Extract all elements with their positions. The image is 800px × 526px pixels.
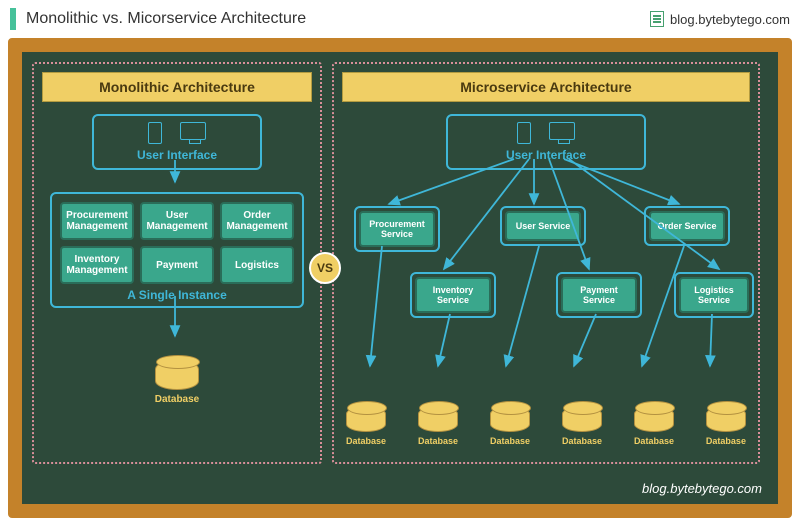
db-label: Database: [418, 436, 458, 446]
db-label: Database: [706, 436, 746, 446]
database-icon: [634, 406, 674, 432]
mono-db-label: Database: [155, 394, 199, 405]
source-link: blog.bytebytego.com: [650, 11, 790, 27]
db-label: Database: [634, 436, 674, 446]
chalkboard: Monolithic Architecture User Interface P…: [22, 52, 778, 504]
database-icon: [418, 406, 458, 432]
wood-frame: Monolithic Architecture User Interface P…: [8, 38, 792, 518]
monitor-icon: [549, 122, 575, 140]
source-text: blog.bytebytego.com: [670, 12, 790, 27]
micro-database: Database: [706, 406, 746, 446]
microservice-panel: Microservice Architecture User Interface…: [332, 62, 760, 464]
page-icon: [650, 11, 664, 27]
monolithic-title: Monolithic Architecture: [42, 72, 312, 102]
mono-module: Logistics: [220, 246, 294, 284]
vs-badge: VS: [309, 252, 341, 284]
mono-module: Inventory Management: [60, 246, 134, 284]
monolithic-panel: Monolithic Architecture User Interface P…: [32, 62, 322, 464]
db-label: Database: [346, 436, 386, 446]
mono-module: Payment: [140, 246, 214, 284]
mono-module: Procurement Management: [60, 202, 134, 240]
monitor-icon: [180, 122, 206, 140]
database-icon: [706, 406, 746, 432]
mono-instance-box: Procurement Management User Management O…: [50, 192, 304, 308]
microservice-title: Microservice Architecture: [342, 72, 750, 102]
database-icon: [346, 406, 386, 432]
micro-database: Database: [562, 406, 602, 446]
page-title: Monolithic vs. Micorservice Architecture: [26, 10, 306, 28]
phone-icon: [148, 122, 162, 144]
micro-database: Database: [634, 406, 674, 446]
db-label: Database: [490, 436, 530, 446]
micro-database: Database: [490, 406, 530, 446]
footer-credit: blog.bytebytego.com: [642, 481, 762, 496]
micro-database: Database: [346, 406, 386, 446]
phone-icon: [517, 122, 531, 144]
mono-module: User Management: [140, 202, 214, 240]
mono-database: Database: [147, 360, 207, 405]
mono-module: Order Management: [220, 202, 294, 240]
micro-db-row: Database Database Database Database Data…: [346, 406, 746, 446]
db-label: Database: [562, 436, 602, 446]
database-icon: [562, 406, 602, 432]
accent-bar: [10, 8, 16, 30]
page-header: Monolithic vs. Micorservice Architecture…: [0, 0, 800, 38]
database-icon: [155, 360, 199, 390]
database-icon: [490, 406, 530, 432]
micro-database: Database: [418, 406, 458, 446]
